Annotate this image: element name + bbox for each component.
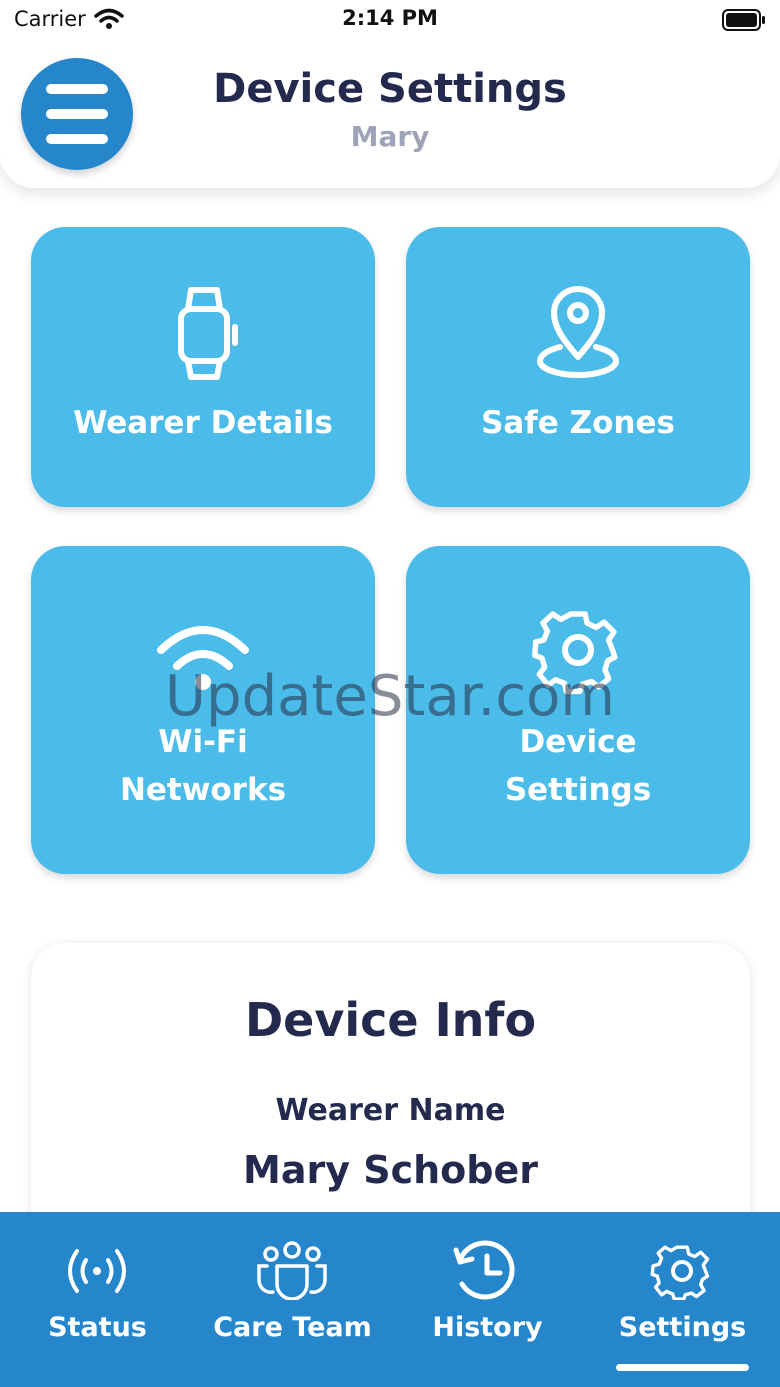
wearer-name-value: Mary Schober: [243, 1148, 538, 1192]
device-info-title: Device Info: [244, 993, 537, 1047]
page-title: Device Settings: [213, 66, 567, 112]
tab-status[interactable]: Status: [0, 1212, 195, 1387]
tile-label-line2: Networks: [119, 772, 287, 808]
tile-label-line2: Settings: [504, 772, 652, 808]
watermark: UpdateStar.com: [165, 664, 615, 729]
tab-care-team[interactable]: Care Team: [195, 1212, 390, 1387]
tab-bar: Status Care Team History Settings: [0, 1212, 780, 1387]
tab-label: Status: [48, 1312, 147, 1343]
tab-label: History: [432, 1312, 543, 1343]
page-subtitle: Mary: [350, 120, 430, 153]
location-pin-icon: [536, 286, 620, 379]
gear-icon: [650, 1245, 710, 1300]
tab-label: Settings: [618, 1312, 747, 1343]
team-icon: [257, 1241, 327, 1300]
battery-icon: [722, 9, 765, 31]
watch-icon: [178, 287, 238, 380]
active-tab-indicator: [616, 1364, 749, 1371]
wearer-details-tile[interactable]: Wearer Details: [31, 227, 375, 507]
history-icon: [453, 1240, 515, 1300]
tab-history[interactable]: History: [390, 1212, 585, 1387]
status-bar: Carrier 2:14 PM: [0, 0, 780, 44]
tile-label: Wearer Details: [73, 405, 333, 441]
device-info-card: Device Info Wearer Name Mary Schober: [31, 943, 750, 1243]
wearer-name-label: Wearer Name: [275, 1093, 506, 1128]
broadcast-icon: [68, 1249, 126, 1293]
clock: 2:14 PM: [342, 6, 438, 30]
tab-label: Care Team: [213, 1312, 372, 1343]
safe-zones-tile[interactable]: Safe Zones: [406, 227, 750, 507]
tab-settings[interactable]: Settings: [585, 1212, 780, 1387]
tile-label: Safe Zones: [481, 405, 675, 441]
